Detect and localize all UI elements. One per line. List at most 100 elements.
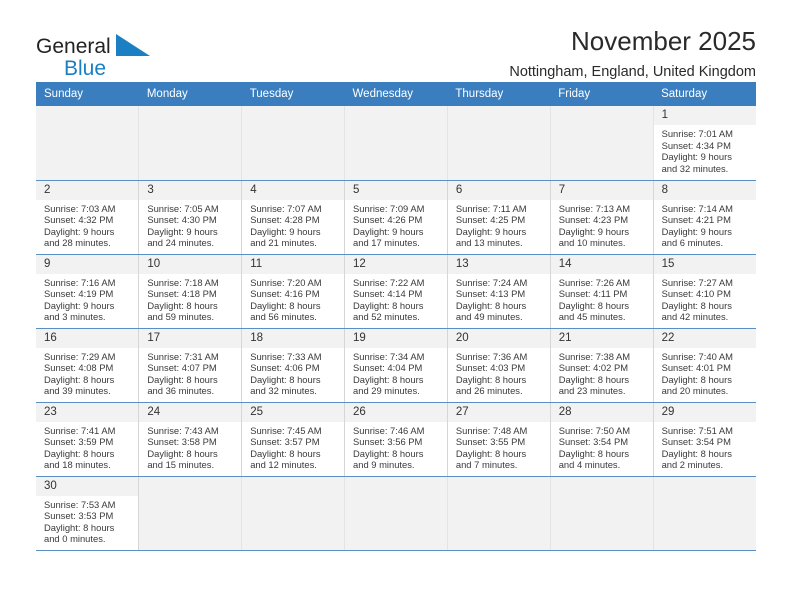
calendar-day-cell[interactable]: 18 Sunrise: 7:33 AM Sunset: 4:06 PM Dayligh… [241,328,346,403]
calendar-cell-empty [344,106,448,181]
day-cell-inner: 26 Sunrise: 7:46 AM Sunset: 3:56 PM Dayligh… [345,402,447,476]
sunrise-time: Sunrise: 7:40 AM [661,350,733,362]
day-cell-inner: 1 Sunrise: 7:01 AM Sunset: 4:34 PM Daylight… [653,106,756,180]
daylight-duration-line1: Daylight: 8 hours [353,447,424,459]
sunset-time: Sunset: 4:06 PM [250,362,320,374]
sunset-time: Sunset: 4:28 PM [250,214,320,226]
calendar-day-cell[interactable]: 21 Sunrise: 7:38 AM Sunset: 4:02 PM Dayligh… [550,328,654,403]
calendar-day-cell[interactable]: 16 Sunrise: 7:29 AM Sunset: 4:08 PM Dayligh… [36,328,140,403]
sunset-time: Sunset: 4:25 PM [455,214,526,226]
calendar-day-cell[interactable]: 6 Sunrise: 7:11 AM Sunset: 4:25 PM Daylight… [447,180,551,255]
daylight-duration-line2: and 7 minutes. [455,459,518,471]
day-details: Sunrise: 7:05 AM Sunset: 4:30 PM Daylight:… [139,200,241,249]
day-cell-inner: 21 Sunrise: 7:38 AM Sunset: 4:02 PM Dayligh… [550,328,653,402]
day-cell-inner: 11 Sunrise: 7:20 AM Sunset: 4:16 PM Dayligh… [242,254,345,328]
sunset-time: Sunset: 4:32 PM [44,214,114,226]
calendar-day-cell[interactable]: 12 Sunrise: 7:22 AM Sunset: 4:14 PM Dayligh… [344,254,448,329]
daylight-duration-line1: Daylight: 8 hours [661,447,732,459]
day-number: 15 [653,254,756,274]
daylight-duration-line1: Daylight: 8 hours [661,299,732,311]
calendar-day-cell[interactable]: 14 Sunrise: 7:26 AM Sunset: 4:11 PM Dayligh… [550,254,654,329]
day-number: 13 [447,254,550,274]
daylight-duration-line2: and 15 minutes. [147,459,215,471]
calendar-day-cell[interactable]: 15 Sunrise: 7:27 AM Sunset: 4:10 PM Dayligh… [653,254,756,329]
calendar-day-cell[interactable]: 3 Sunrise: 7:05 AM Sunset: 4:30 PM Daylight… [138,180,243,255]
calendar-day-cell[interactable]: 10 Sunrise: 7:18 AM Sunset: 4:18 PM Dayligh… [138,254,243,329]
calendar-day-cell[interactable]: 9 Sunrise: 7:16 AM Sunset: 4:19 PM Daylight… [36,254,140,329]
day-details: Sunrise: 7:41 AM Sunset: 3:59 PM Daylight:… [36,422,138,471]
day-cell-inner: 28 Sunrise: 7:50 AM Sunset: 3:54 PM Dayligh… [550,402,653,476]
sunrise-time: Sunrise: 7:09 AM [353,202,425,214]
calendar-day-cell[interactable]: 26 Sunrise: 7:46 AM Sunset: 3:56 PM Dayligh… [344,402,448,477]
daylight-duration-line1: Daylight: 9 hours [455,225,527,237]
daylight-duration-line1: Daylight: 8 hours [250,373,321,385]
sunrise-time: Sunrise: 7:50 AM [558,424,631,436]
calendar-day-cell[interactable]: 1 Sunrise: 7:01 AM Sunset: 4:34 PM Daylight… [653,106,756,181]
calendar-day-cell[interactable]: 5 Sunrise: 7:09 AM Sunset: 4:26 PM Daylight… [344,180,448,255]
sunrise-time: Sunrise: 7:38 AM [558,350,631,362]
day-cell-inner: 7 Sunrise: 7:13 AM Sunset: 4:23 PM Daylight… [550,180,653,254]
day-cell-inner: 20 Sunrise: 7:36 AM Sunset: 4:03 PM Dayligh… [447,328,550,402]
weekday-header-friday: Friday [550,82,654,106]
sunset-time: Sunset: 4:13 PM [455,288,526,300]
daylight-duration-line1: Daylight: 8 hours [353,373,424,385]
day-number: 22 [653,328,756,348]
day-cell-inner: 19 Sunrise: 7:34 AM Sunset: 4:04 PM Dayligh… [345,328,447,402]
day-number: 29 [653,402,756,422]
weekday-header-monday: Monday [138,82,242,106]
daylight-duration-line1: Daylight: 9 hours [558,225,630,237]
daylight-duration-line2: and 10 minutes. [558,237,626,249]
calendar-cell-empty [550,106,654,181]
day-cell-inner: 13 Sunrise: 7:24 AM Sunset: 4:13 PM Dayligh… [447,254,550,328]
day-number: 27 [447,402,550,422]
sunrise-time: Sunrise: 7:22 AM [353,276,425,288]
page-header: General Blue November 2025 Nottingham, E… [36,0,756,80]
calendar-day-cell[interactable]: 30 Sunrise: 7:53 AM Sunset: 3:53 PM Dayligh… [36,476,140,551]
day-number: 30 [36,476,139,496]
calendar-day-cell[interactable]: 22 Sunrise: 7:40 AM Sunset: 4:01 PM Dayligh… [653,328,756,403]
calendar-cell-empty [138,106,243,181]
calendar-day-cell[interactable]: 23 Sunrise: 7:41 AM Sunset: 3:59 PM Dayligh… [36,402,140,477]
calendar-day-cell[interactable]: 24 Sunrise: 7:43 AM Sunset: 3:58 PM Dayligh… [138,402,243,477]
calendar-day-cell[interactable]: 17 Sunrise: 7:31 AM Sunset: 4:07 PM Dayligh… [138,328,243,403]
calendar-day-cell[interactable]: 25 Sunrise: 7:45 AM Sunset: 3:57 PM Dayligh… [241,402,346,477]
calendar-day-cell[interactable]: 4 Sunrise: 7:07 AM Sunset: 4:28 PM Daylight… [241,180,346,255]
day-cell-inner: 18 Sunrise: 7:33 AM Sunset: 4:06 PM Dayligh… [242,328,345,402]
day-number: 5 [345,180,447,200]
calendar-day-cell[interactable]: 8 Sunrise: 7:14 AM Sunset: 4:21 PM Daylight… [653,180,756,255]
day-number: 16 [36,328,139,348]
brand-name-blue: Blue [64,57,107,80]
calendar-page: General Blue November 2025 Nottingham, E… [0,0,792,612]
sunset-time: Sunset: 4:02 PM [558,362,629,374]
calendar-day-cell[interactable]: 2 Sunrise: 7:03 AM Sunset: 4:32 PM Daylight… [36,180,140,255]
calendar-day-cell[interactable]: 27 Sunrise: 7:48 AM Sunset: 3:55 PM Dayligh… [447,402,551,477]
calendar-day-cell[interactable]: 29 Sunrise: 7:51 AM Sunset: 3:54 PM Dayligh… [653,402,756,477]
daylight-duration-line2: and 13 minutes. [455,237,523,249]
daylight-duration-line2: and 12 minutes. [250,459,317,471]
day-cell-inner: 17 Sunrise: 7:31 AM Sunset: 4:07 PM Dayligh… [139,328,242,402]
day-number: 28 [550,402,653,422]
calendar-day-cell[interactable]: 11 Sunrise: 7:20 AM Sunset: 4:16 PM Dayligh… [241,254,346,329]
day-details: Sunrise: 7:24 AM Sunset: 4:13 PM Daylight:… [448,274,550,323]
calendar-cell-empty [36,106,140,181]
sunrise-time: Sunrise: 7:31 AM [147,350,219,362]
sunset-time: Sunset: 4:18 PM [147,288,217,300]
sunset-time: Sunset: 4:11 PM [558,288,628,300]
day-number: 26 [345,402,447,422]
calendar-day-cell[interactable]: 28 Sunrise: 7:50 AM Sunset: 3:54 PM Dayligh… [550,402,654,477]
daylight-duration-line1: Daylight: 8 hours [455,373,527,385]
day-details: Sunrise: 7:53 AM Sunset: 3:53 PM Daylight:… [36,496,138,545]
calendar-day-cell[interactable]: 19 Sunrise: 7:34 AM Sunset: 4:04 PM Dayligh… [344,328,448,403]
sunset-time: Sunset: 4:23 PM [558,214,629,226]
calendar-day-cell[interactable]: 7 Sunrise: 7:13 AM Sunset: 4:23 PM Daylight… [550,180,654,255]
calendar-day-cell[interactable]: 13 Sunrise: 7:24 AM Sunset: 4:13 PM Dayligh… [447,254,551,329]
day-number: 7 [550,180,653,200]
sunrise-time: Sunrise: 7:05 AM [147,202,219,214]
calendar-day-cell[interactable]: 20 Sunrise: 7:36 AM Sunset: 4:03 PM Dayligh… [447,328,551,403]
brand-logo[interactable]: General Blue [36,26,186,80]
daylight-duration-line1: Daylight: 9 hours [44,225,115,237]
daylight-duration-line1: Daylight: 8 hours [558,373,630,385]
calendar-head: Sunday Monday Tuesday Wednesday Thursday… [36,82,756,106]
weekday-header-thursday: Thursday [447,82,551,106]
sunset-time: Sunset: 3:59 PM [44,436,114,448]
